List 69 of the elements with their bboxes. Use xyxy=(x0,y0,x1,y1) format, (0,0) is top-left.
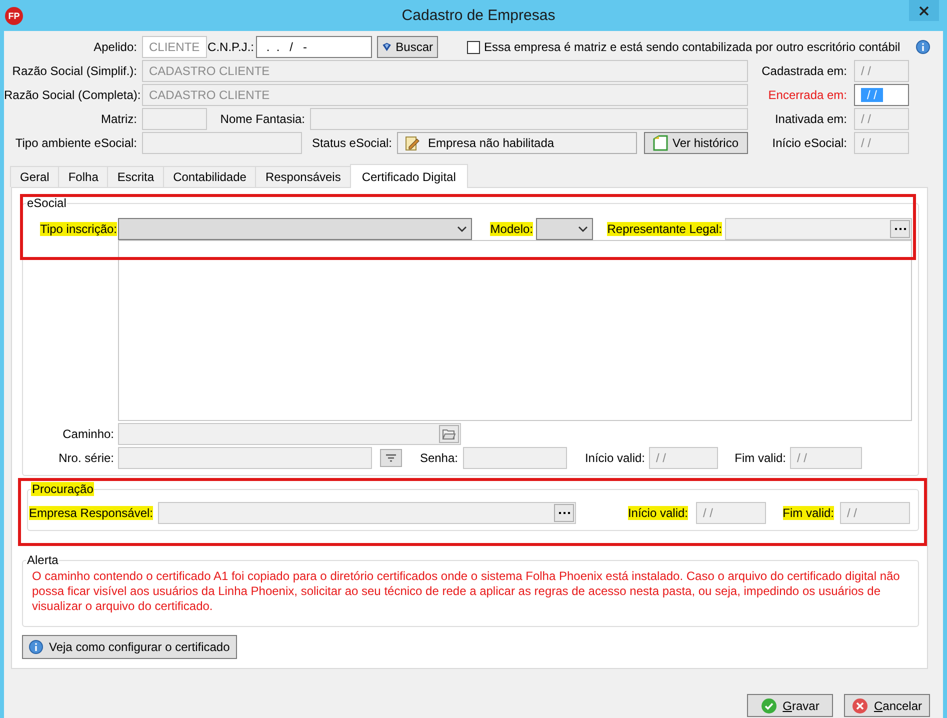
window-title: Cadastro de Empresas xyxy=(402,7,556,24)
group-title: Procuração xyxy=(31,482,94,496)
history-button[interactable]: Ver histórico xyxy=(644,132,748,154)
field-label: Nome Fantasia: xyxy=(220,112,305,126)
cancel-icon xyxy=(852,698,868,714)
field-label: Razão Social (Completa): xyxy=(4,88,141,102)
checkbox[interactable] xyxy=(467,40,480,54)
close-icon xyxy=(919,6,929,16)
alert-message: O caminho contendo o certificado A1 foi copiado para o diretório certificados onde o sistema Folha Phoenix está instalado. Caso o arquivo do certificado digital não possa ficar visível aos usuários da Linha Phoenix, solicitar ao seu técnico de rede a aplicar as regras de acesso nesta pasta, ou seja, impedindo os usuários de visualizar o arquivo do certificado. xyxy=(31,568,901,615)
field-label: Tipo inscrição: xyxy=(40,222,117,236)
group-title: Alerta xyxy=(26,553,60,567)
field-label: Encerrada em: xyxy=(768,88,847,102)
cancel-button[interactable]: Cancelar xyxy=(844,694,930,717)
field-label: Tipo ambiente eSocial: xyxy=(15,136,137,150)
info-icon xyxy=(29,640,43,654)
app-logo: FP xyxy=(5,6,23,24)
field-label: Representante Legal: xyxy=(607,222,722,236)
text-field[interactable] xyxy=(118,447,372,469)
field-label: Nro. série: xyxy=(58,451,114,465)
field-label: C.N.P.J.: xyxy=(208,40,254,54)
field-label: Razão Social (Simplif.): xyxy=(12,64,137,78)
field-label: Status eSocial: xyxy=(312,136,392,150)
text-field[interactable] xyxy=(142,132,302,154)
field-label: Senha: xyxy=(420,451,458,465)
filter-button[interactable] xyxy=(380,449,402,467)
more-button[interactable] xyxy=(554,504,574,522)
search-button[interactable]: Buscar xyxy=(377,36,438,58)
text-field[interactable] xyxy=(310,108,748,130)
lookup-field[interactable] xyxy=(158,502,576,524)
status-field: Empresa não habilitada xyxy=(397,132,637,154)
chevron-down-icon xyxy=(578,226,588,232)
diamond-icon xyxy=(382,41,392,53)
text-field[interactable] xyxy=(142,108,207,130)
help-button[interactable]: Veja como configurar o certificado xyxy=(22,635,237,659)
tab[interactable]: Geral xyxy=(10,166,60,187)
field-label: Matriz: xyxy=(101,112,137,126)
text-field[interactable] xyxy=(463,447,567,469)
close-button[interactable] xyxy=(909,0,939,21)
checkbox-label: Essa empresa é matriz e está sendo contabilizada por outro escritório contábil xyxy=(484,40,900,54)
field-label: Caminho: xyxy=(62,427,114,441)
field-label: Modelo: xyxy=(490,222,533,236)
folder-icon xyxy=(442,428,456,440)
lookup-field[interactable] xyxy=(725,218,912,240)
field-label: Início valid: xyxy=(584,451,645,465)
field-label: Início eSocial: xyxy=(772,136,847,150)
document-icon xyxy=(653,135,668,151)
path-field[interactable] xyxy=(118,423,461,445)
dropdown[interactable] xyxy=(118,218,472,240)
field-label: Fim valid: xyxy=(734,451,786,465)
field-label: Cadastrada em: xyxy=(762,64,847,78)
field-label: Fim valid: xyxy=(782,506,834,520)
more-icon xyxy=(558,512,570,514)
note-pencil-icon xyxy=(404,135,420,151)
more-button[interactable] xyxy=(890,220,910,238)
dropdown[interactable] xyxy=(536,218,593,240)
save-button[interactable]: Gravar xyxy=(747,694,833,717)
field-label: Empresa Responsável: xyxy=(28,506,153,520)
more-icon xyxy=(894,228,906,230)
filter-icon xyxy=(385,454,397,462)
folder-button[interactable] xyxy=(439,425,459,443)
field-label: Início valid: xyxy=(628,506,688,520)
field-label: Apelido: xyxy=(94,40,137,54)
field-label: Inativada em: xyxy=(774,112,847,126)
chevron-down-icon xyxy=(457,226,467,232)
info-icon xyxy=(916,40,930,54)
group-title: eSocial xyxy=(26,196,68,210)
check-icon xyxy=(760,698,777,714)
tab[interactable]: Certificado Digital xyxy=(350,164,468,188)
cnpj-field[interactable]: . . / - xyxy=(256,36,372,58)
